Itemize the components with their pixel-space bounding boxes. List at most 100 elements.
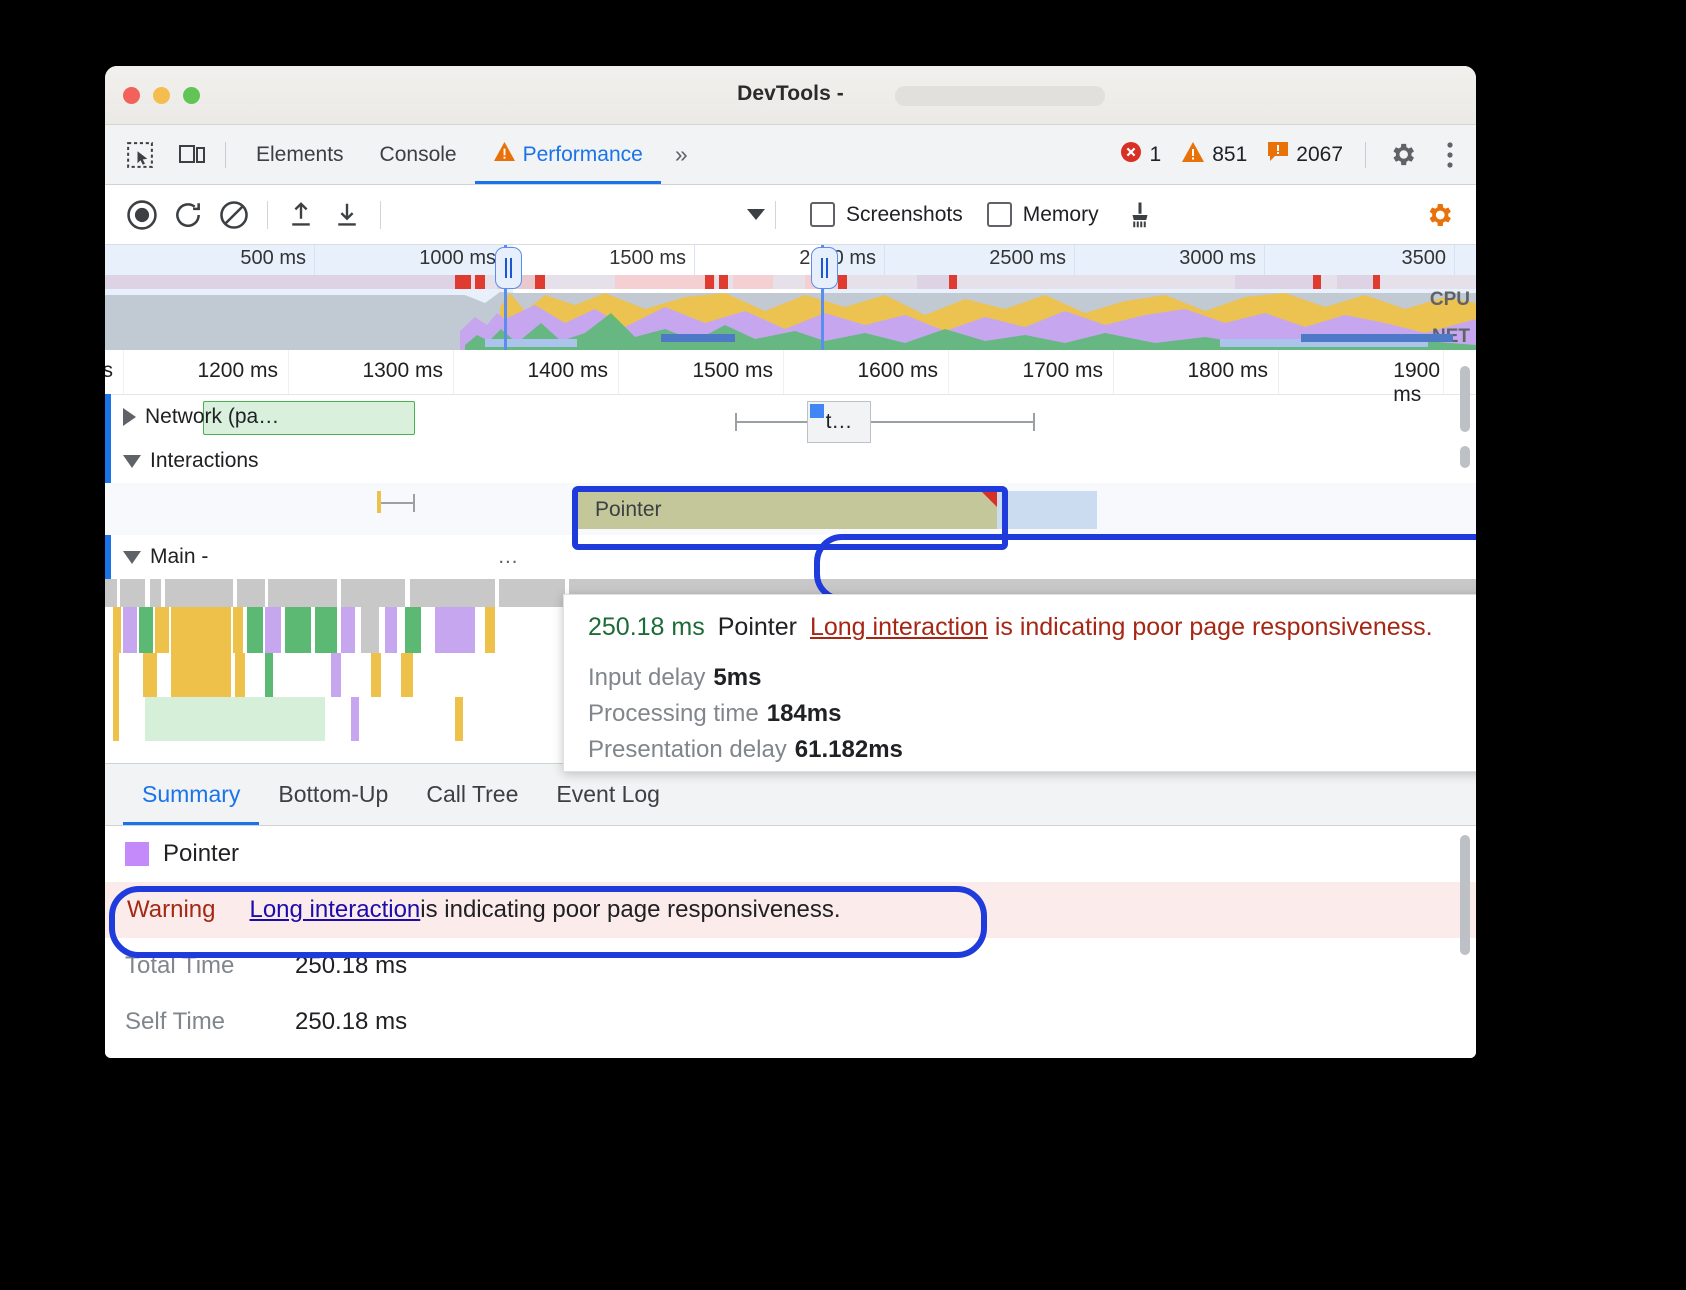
flame-block[interactable] — [171, 653, 231, 697]
timeline-scrollbar[interactable] — [1460, 366, 1470, 432]
memory-checkbox[interactable]: Memory — [987, 202, 1099, 227]
timeline-tick-label: 1600 ms — [857, 359, 948, 383]
tab-elements[interactable]: Elements — [238, 125, 362, 184]
flame-block[interactable] — [123, 607, 137, 653]
flame-block[interactable] — [143, 653, 157, 697]
flame-block[interactable] — [331, 653, 341, 697]
warning-triangle-icon — [493, 141, 516, 168]
flame-gap — [495, 579, 499, 607]
flame-gap — [337, 579, 341, 607]
kebab-menu-icon[interactable] — [1430, 141, 1470, 169]
capture-settings-gear-icon[interactable] — [1416, 192, 1462, 238]
tab-event-log[interactable]: Event Log — [537, 764, 679, 825]
track-main-header[interactable]: Main - … — [105, 535, 1476, 579]
flame-block[interactable] — [371, 653, 381, 697]
issue-count: 2067 — [1296, 143, 1343, 167]
flame-block[interactable] — [351, 697, 359, 741]
flame-block[interactable] — [455, 697, 463, 741]
error-icon — [1119, 140, 1143, 170]
toolbar-divider-1 — [267, 201, 268, 229]
tab-call-tree-label: Call Tree — [426, 781, 518, 808]
flame-block[interactable] — [435, 607, 475, 653]
flame-block[interactable] — [233, 607, 243, 653]
flame-block[interactable] — [235, 653, 245, 697]
flame-block[interactable] — [155, 607, 169, 653]
window-right-handle[interactable] — [811, 247, 838, 289]
tab-console[interactable]: Console — [362, 125, 475, 184]
flame-gap — [405, 579, 410, 607]
overview-tick-label: 2500 ms — [989, 247, 1074, 270]
tooltip-metric-value: 5ms — [713, 664, 761, 691]
timing-box[interactable]: t… — [807, 401, 871, 443]
flame-block[interactable] — [361, 607, 379, 653]
flame-block[interactable] — [113, 697, 119, 741]
tab-bottom-up[interactable]: Bottom-Up — [259, 764, 407, 825]
flame-block[interactable] — [171, 607, 231, 653]
summary-event-name: Pointer — [163, 840, 239, 868]
chevron-down-icon[interactable] — [123, 455, 141, 468]
flame-block[interactable] — [405, 607, 421, 653]
flame-block[interactable] — [401, 653, 413, 697]
tooltip-metric-label: Input delay — [588, 664, 705, 691]
flame-gap — [117, 579, 120, 607]
flame-block[interactable] — [113, 607, 121, 653]
summary-warning-link[interactable]: Long interaction — [249, 896, 420, 924]
timeline-tick-label: 1700 ms — [1022, 359, 1113, 383]
track-network[interactable]: Network (pa… t… — [105, 395, 1476, 439]
screenshots-label: Screenshots — [846, 203, 963, 227]
summary-warning-row: Warning Long interaction is indicating p… — [105, 882, 1476, 938]
event-color-swatch — [125, 842, 149, 866]
devtools-tabstrip: Elements Console Performance » 1 — [105, 125, 1476, 185]
tooltip-warning: Long interaction is indicating poor page… — [810, 613, 1433, 642]
error-counter[interactable]: 1 — [1113, 140, 1168, 170]
tab-call-tree[interactable]: Call Tree — [407, 764, 537, 825]
flame-block[interactable] — [145, 697, 325, 741]
reload-record-icon[interactable] — [165, 192, 211, 238]
pointer-interaction-bar[interactable]: Pointer — [577, 491, 997, 529]
flame-block[interactable] — [341, 607, 355, 653]
gear-icon[interactable] — [1382, 140, 1422, 169]
flame-block[interactable] — [285, 607, 311, 653]
tabstrip-divider — [225, 142, 226, 168]
screenshots-checkbox[interactable]: Screenshots — [810, 202, 963, 227]
flame-block[interactable] — [265, 607, 281, 653]
flame-gap — [265, 579, 268, 607]
inspect-element-icon[interactable] — [117, 134, 159, 176]
chevron-down-icon[interactable] — [123, 551, 141, 564]
flame-block[interactable] — [247, 607, 263, 653]
summary-warning-label: Warning — [127, 896, 215, 924]
record-icon[interactable] — [119, 192, 165, 238]
chevron-right-icon[interactable] — [123, 408, 136, 426]
tooltip-warning-link[interactable]: Long interaction — [810, 613, 988, 641]
track-interactions[interactable]: Interactions Pointer — [105, 439, 1476, 535]
timeline-gridline — [618, 350, 619, 394]
interactions-lane[interactable]: Pointer — [105, 483, 1476, 535]
collect-garbage-icon[interactable] — [1117, 192, 1163, 238]
tab-summary[interactable]: Summary — [123, 764, 259, 825]
devtools-window: DevTools - Elements — [105, 66, 1476, 1058]
issue-counter[interactable]: 2067 — [1261, 141, 1349, 169]
profile-select[interactable] — [405, 200, 765, 230]
flame-block[interactable] — [485, 607, 495, 653]
flame-block[interactable] — [139, 607, 153, 653]
details-scrollbar[interactable] — [1460, 835, 1470, 955]
flame-block[interactable] — [265, 653, 273, 697]
summary-total-time-row: Total Time 250.18 ms — [105, 938, 1476, 994]
track-interactions-header[interactable]: Interactions — [105, 439, 1476, 483]
flame-block[interactable] — [385, 607, 397, 653]
device-toolbar-icon[interactable] — [171, 134, 213, 176]
flame-block[interactable] — [315, 607, 337, 653]
flame-block[interactable] — [113, 653, 119, 697]
upload-profile-icon[interactable] — [278, 192, 324, 238]
tab-performance[interactable]: Performance — [475, 125, 661, 184]
timeline-gridline — [948, 350, 949, 394]
timeline-tick-label: 1800 ms — [1187, 359, 1278, 383]
more-tabs-icon[interactable]: » — [661, 141, 702, 168]
overview-tick-label: 1500 ms — [609, 247, 694, 270]
timeline-scrollbar-thumb[interactable] — [1460, 446, 1470, 468]
timeline-overview[interactable]: 500 ms 1000 ms 1500 ms 2000 ms 2500 ms 3… — [105, 245, 1476, 350]
download-profile-icon[interactable] — [324, 192, 370, 238]
clear-icon[interactable] — [211, 192, 257, 238]
window-left-handle[interactable] — [495, 247, 522, 289]
warning-counter[interactable]: 851 — [1175, 141, 1253, 169]
